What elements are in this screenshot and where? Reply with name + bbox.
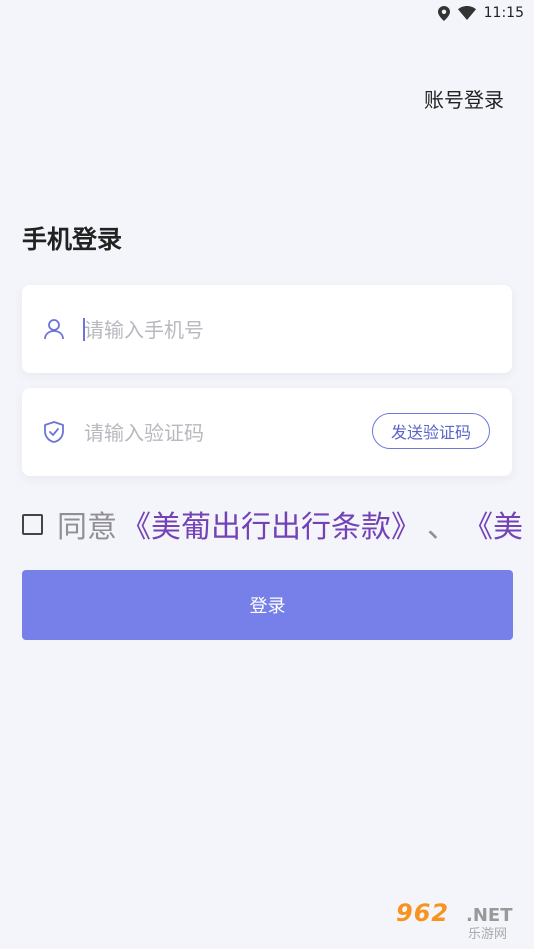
wifi-icon	[457, 6, 476, 20]
agree-label: 同意	[57, 510, 117, 545]
code-input[interactable]	[82, 412, 366, 454]
page-title: 手机登录	[22, 225, 123, 254]
status-bar: 11:15	[0, 0, 534, 30]
second-agreement-link[interactable]: 《美	[463, 502, 523, 546]
agreement-row: 同意 《美葡出行出行条款》 、 《美	[22, 502, 534, 546]
shield-check-icon	[42, 420, 66, 444]
watermark-sub: 乐游网	[468, 927, 508, 942]
location-icon	[437, 5, 450, 21]
account-login-link[interactable]: 账号登录	[424, 84, 504, 113]
status-icons: 11:15	[437, 5, 524, 21]
code-card: 发送验证码	[22, 388, 512, 476]
phone-card	[22, 285, 512, 373]
login-button[interactable]: 登录	[22, 570, 513, 640]
agree-checkbox[interactable]	[22, 513, 43, 535]
watermark-main: 962	[396, 899, 450, 927]
status-time: 11:15	[483, 5, 524, 21]
watermark-logo: 962 .NET 乐游网	[396, 899, 526, 943]
user-icon	[42, 317, 66, 341]
text-cursor	[83, 318, 85, 341]
agreement-separator: 、	[427, 510, 457, 545]
terms-link[interactable]: 《美葡出行出行条款》	[121, 502, 421, 546]
send-code-button[interactable]: 发送验证码	[372, 413, 490, 449]
phone-input[interactable]	[82, 309, 366, 351]
